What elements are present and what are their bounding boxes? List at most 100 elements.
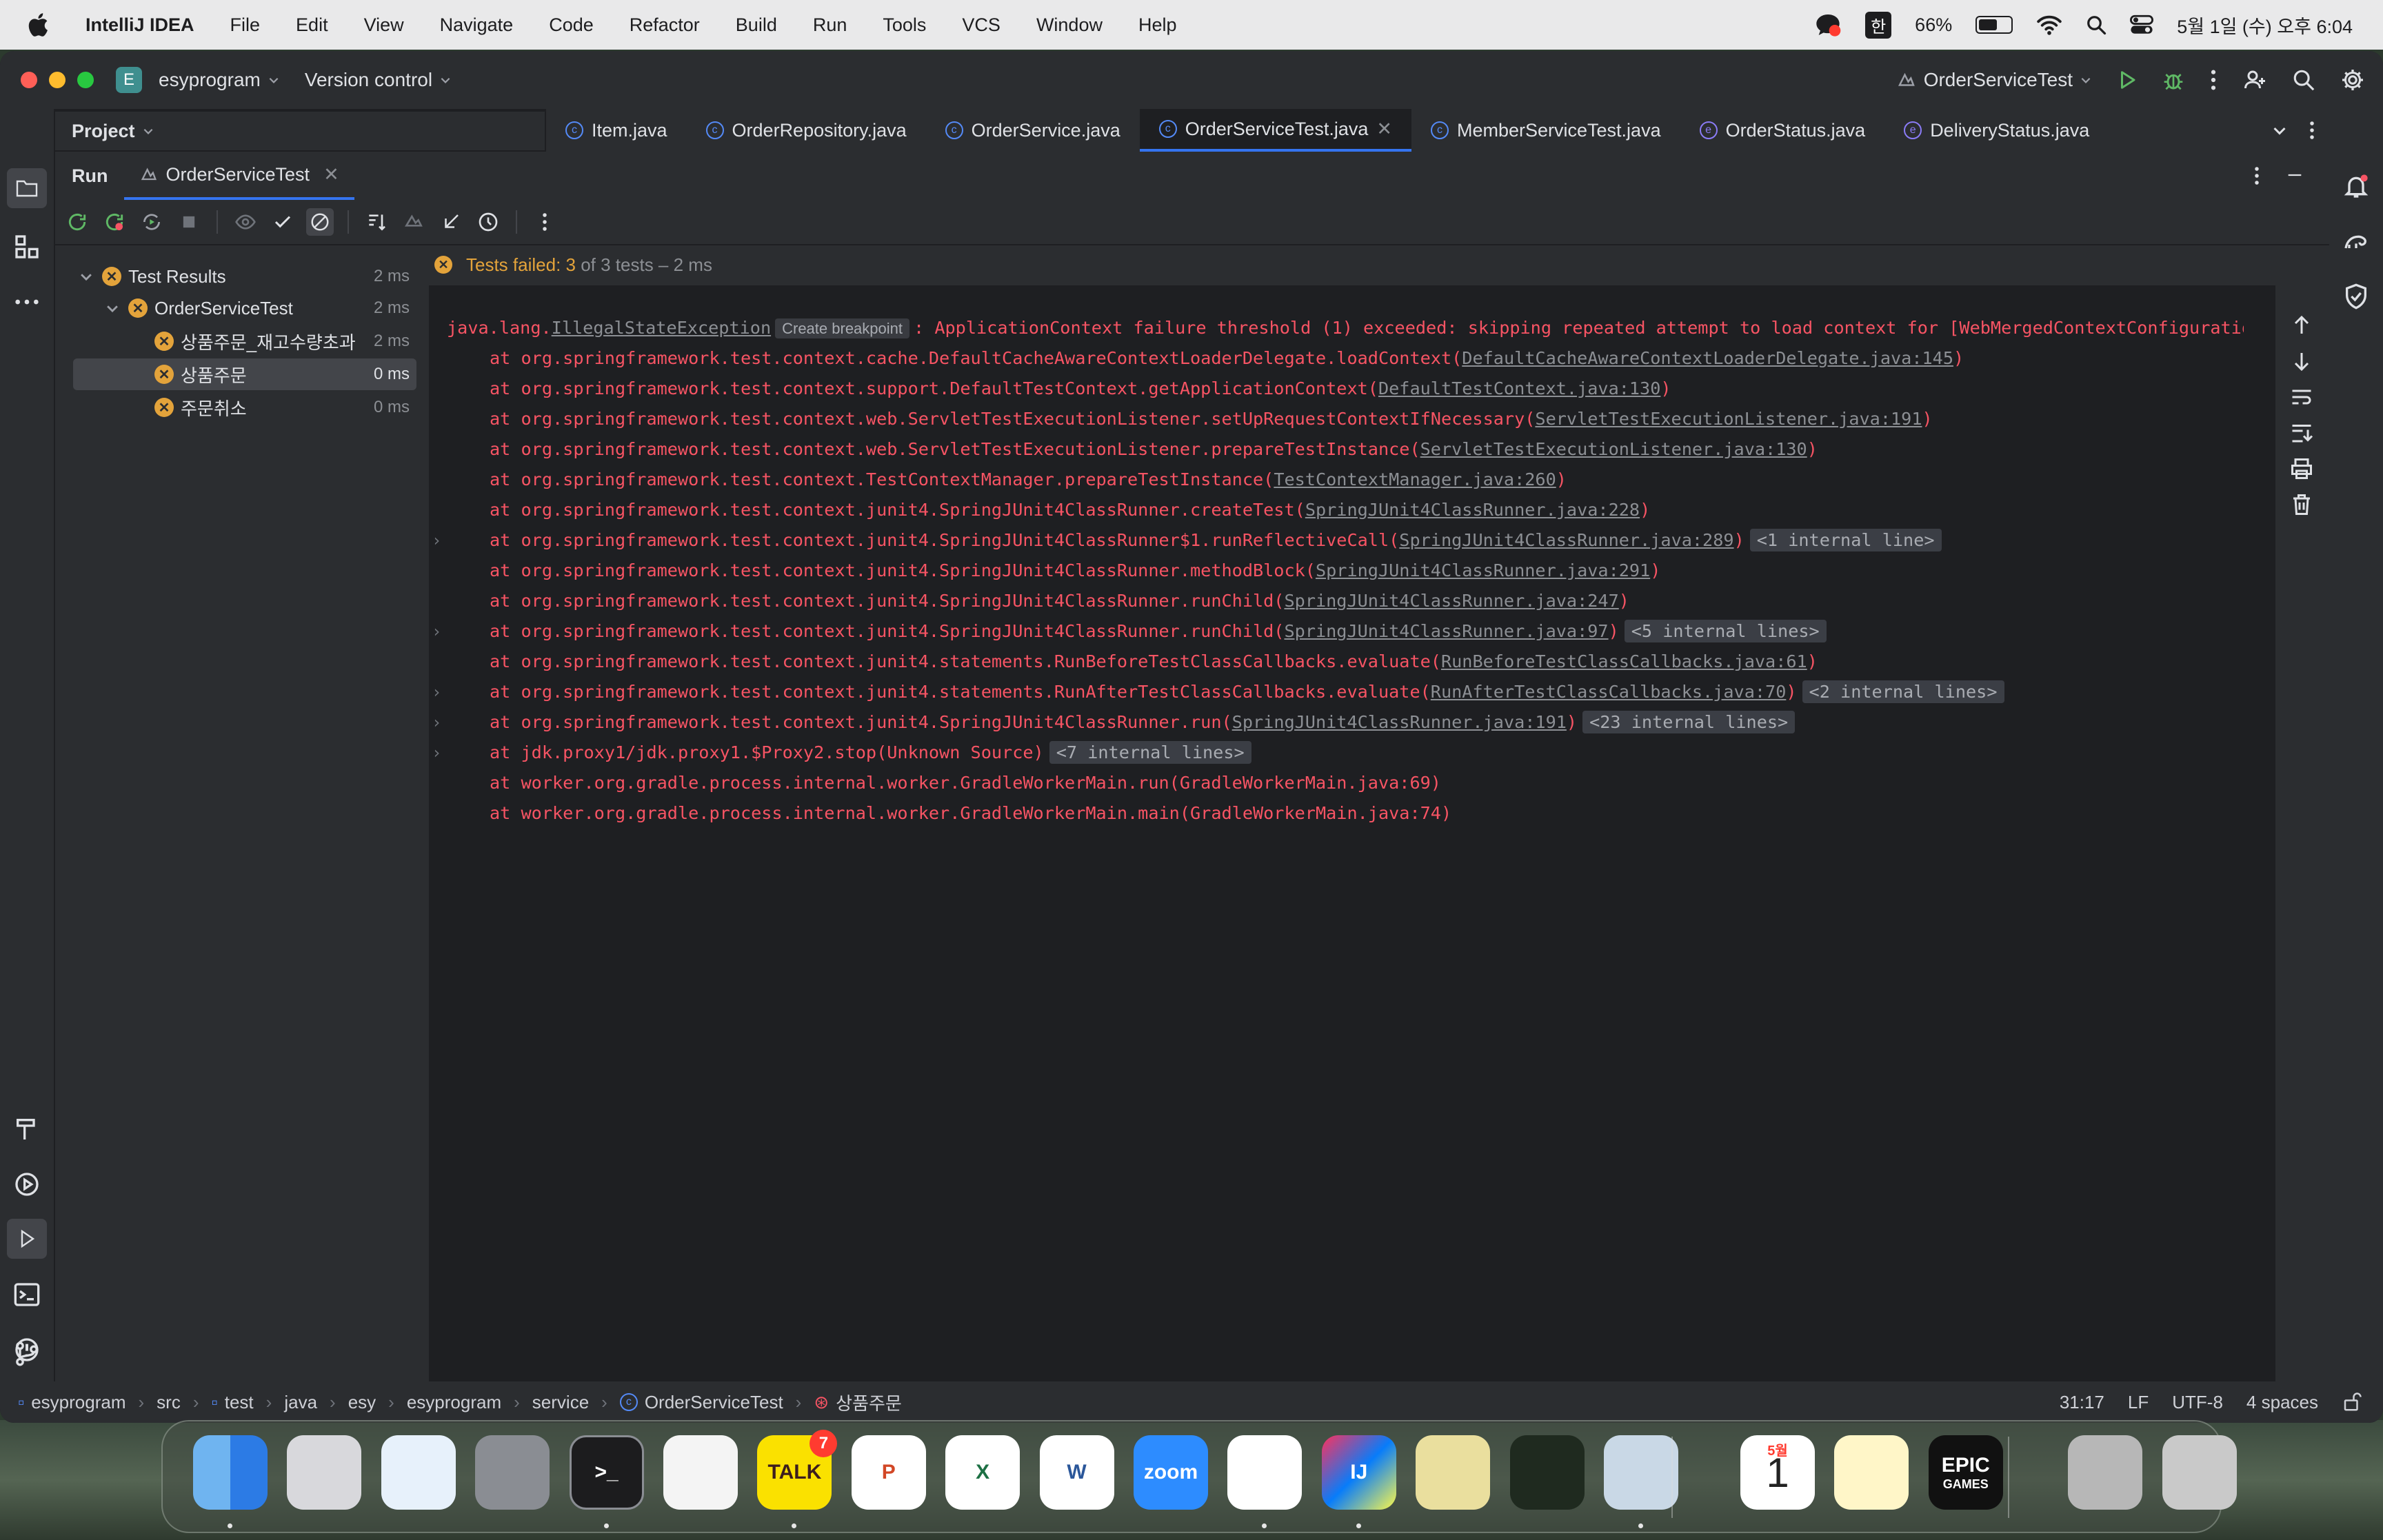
dock-app-powerpoint[interactable]: P: [851, 1435, 926, 1510]
menu-view[interactable]: View: [346, 14, 422, 36]
messages-status-icon[interactable]: [1814, 11, 1842, 39]
tree-row-test-order-product[interactable]: ✕ 상품주문 0 ms: [73, 358, 416, 390]
menu-tools[interactable]: Tools: [865, 14, 944, 36]
menu-code[interactable]: Code: [531, 14, 612, 36]
menu-edit[interactable]: Edit: [278, 14, 346, 36]
read-only-lock-icon[interactable]: [2342, 1392, 2362, 1412]
dock-app-textedit[interactable]: [663, 1435, 738, 1510]
dock-app-system-settings[interactable]: [475, 1435, 550, 1510]
source-location-link[interactable]: RunBeforeTestClassCallbacks.java:61: [1441, 651, 1807, 671]
source-location-link[interactable]: SpringJUnit4ClassRunner.java:228: [1305, 500, 1640, 520]
close-tab-icon[interactable]: ✕: [1376, 119, 1392, 140]
structure-tool-button[interactable]: [13, 233, 41, 261]
scroll-to-end-icon[interactable]: [2289, 421, 2314, 445]
source-location-link[interactable]: ServletTestExecutionListener.java:191: [1535, 409, 1922, 429]
menu-help[interactable]: Help: [1120, 14, 1195, 36]
services-tool-button[interactable]: [13, 1171, 41, 1198]
input-source-indicator[interactable]: 한: [1865, 11, 1892, 39]
breadcrumb-item[interactable]: src: [157, 1392, 181, 1413]
version-control-menu[interactable]: Version control: [305, 69, 452, 91]
menu-run[interactable]: Run: [795, 14, 865, 36]
source-location-link[interactable]: DefaultCacheAwareContextLoaderDelegate.j…: [1462, 348, 1953, 368]
fold-chevron-icon[interactable]: ›: [432, 525, 441, 556]
tree-row-test-stock-exceeded[interactable]: ✕ 상품주문_재고수량초과 2 ms: [73, 325, 416, 357]
dock-app-calendar[interactable]: 1 5월: [1740, 1435, 1815, 1510]
file-encoding[interactable]: UTF-8: [2172, 1392, 2223, 1413]
minimize-panel-icon[interactable]: [2285, 165, 2304, 185]
show-ignored-button[interactable]: [232, 208, 259, 236]
dock-app-trash[interactable]: [2162, 1435, 2237, 1510]
tab-more-icon[interactable]: [2309, 120, 2315, 141]
rerun-button[interactable]: [63, 208, 91, 236]
menu-window[interactable]: Window: [1018, 14, 1120, 36]
tab-list-chevron-icon[interactable]: [2271, 122, 2288, 139]
dock-app-terminal[interactable]: >_: [569, 1435, 644, 1510]
tree-row-order-service-test[interactable]: ✕ OrderServiceTest 2 ms: [73, 292, 416, 324]
internal-lines-fold[interactable]: <23 internal lines>: [1582, 711, 1796, 733]
source-location-link[interactable]: SpringJUnit4ClassRunner.java:97: [1284, 621, 1608, 641]
more-actions-icon[interactable]: [2209, 68, 2218, 92]
tab-item-java[interactable]: c Item.java: [546, 109, 687, 152]
spotlight-search-icon[interactable]: [2086, 14, 2107, 35]
print-icon[interactable]: [2289, 456, 2314, 481]
fold-chevron-icon[interactable]: ›: [432, 707, 441, 738]
tab-order-repository-java[interactable]: c OrderRepository.java: [687, 109, 926, 152]
scroll-up-icon[interactable]: [2289, 313, 2314, 338]
dock-app-python-launcher[interactable]: [1416, 1435, 1491, 1510]
dock-app-intellij-idea[interactable]: IJ: [1321, 1435, 1396, 1510]
tab-delivery-status-java[interactable]: e DeliveryStatus.java: [1884, 109, 2109, 152]
search-everywhere-icon[interactable]: [2292, 68, 2315, 92]
gradle-tool-button[interactable]: [2342, 227, 2370, 255]
menu-clock[interactable]: 5월 1일 (수) 오후 6:04: [2177, 12, 2353, 39]
dock-app-finder[interactable]: [193, 1435, 268, 1510]
import-tests-button[interactable]: [437, 208, 465, 236]
project-tool-button[interactable]: [7, 168, 47, 208]
internal-lines-fold[interactable]: <7 internal lines>: [1049, 741, 1251, 764]
breadcrumb-item[interactable]: test: [225, 1392, 254, 1413]
breadcrumb-item[interactable]: java: [284, 1392, 317, 1413]
menu-navigate[interactable]: Navigate: [422, 14, 532, 36]
fold-chevron-icon[interactable]: ›: [432, 616, 441, 647]
run-panel-more-icon[interactable]: [2253, 165, 2260, 186]
create-breakpoint-hint[interactable]: Create breakpoint: [775, 318, 909, 338]
apple-logo-icon[interactable]: [25, 10, 54, 39]
show-ignored-toggle-button[interactable]: [306, 208, 334, 236]
dock-app-downloads[interactable]: [2068, 1435, 2143, 1510]
fold-chevron-icon[interactable]: ›: [432, 738, 441, 768]
stop-button[interactable]: [175, 208, 203, 236]
breadcrumb-item[interactable]: service: [532, 1392, 589, 1413]
terminal-tool-button[interactable]: [13, 1281, 41, 1308]
run-tool-button[interactable]: [7, 1219, 47, 1259]
source-location-link[interactable]: SpringJUnit4ClassRunner.java:289: [1399, 530, 1733, 550]
debug-icon[interactable]: [2162, 69, 2184, 91]
git-tool-button[interactable]: [13, 1340, 41, 1368]
caret-position[interactable]: 31:17: [2060, 1392, 2104, 1413]
fold-chevron-icon[interactable]: ›: [432, 677, 441, 707]
wifi-icon[interactable]: [2036, 14, 2062, 36]
toolbar-more-button[interactable]: [531, 208, 559, 236]
menu-app-name[interactable]: IntelliJ IDEA: [68, 14, 212, 36]
internal-lines-fold[interactable]: <2 internal lines>: [1802, 680, 2004, 703]
minimize-window-button[interactable]: [49, 72, 66, 88]
show-passed-button[interactable]: [269, 208, 296, 236]
sort-by-duration-button[interactable]: [400, 208, 428, 236]
security-tool-button[interactable]: [2342, 283, 2370, 310]
source-location-link[interactable]: TestContextManager.java:260: [1274, 469, 1556, 489]
run-icon[interactable]: [2117, 70, 2138, 90]
clear-console-trash-icon[interactable]: [2289, 492, 2314, 517]
breadcrumb-item[interactable]: esy: [348, 1392, 376, 1413]
source-location-link[interactable]: SpringJUnit4ClassRunner.java:247: [1284, 591, 1618, 611]
tab-order-service-java[interactable]: c OrderService.java: [926, 109, 1140, 152]
source-location-link[interactable]: DefaultTestContext.java:130: [1378, 378, 1660, 398]
tree-row-test-cancel-order[interactable]: ✕ 주문취소 0 ms: [73, 392, 416, 423]
build-tool-button[interactable]: [13, 1115, 41, 1143]
breadcrumb-item[interactable]: esyprogram: [407, 1392, 501, 1413]
more-tool-windows-button[interactable]: [13, 288, 41, 316]
zoom-window-button[interactable]: [77, 72, 94, 88]
test-history-button[interactable]: [474, 208, 502, 236]
tab-order-service-test-java[interactable]: c OrderServiceTest.java ✕: [1139, 109, 1411, 152]
source-location-link[interactable]: RunAfterTestClassCallbacks.java:70: [1431, 682, 1787, 702]
dock-app-preview[interactable]: [1604, 1435, 1678, 1510]
dock-app-activity[interactable]: [1509, 1435, 1585, 1510]
internal-lines-fold[interactable]: <1 internal line>: [1749, 529, 1942, 551]
